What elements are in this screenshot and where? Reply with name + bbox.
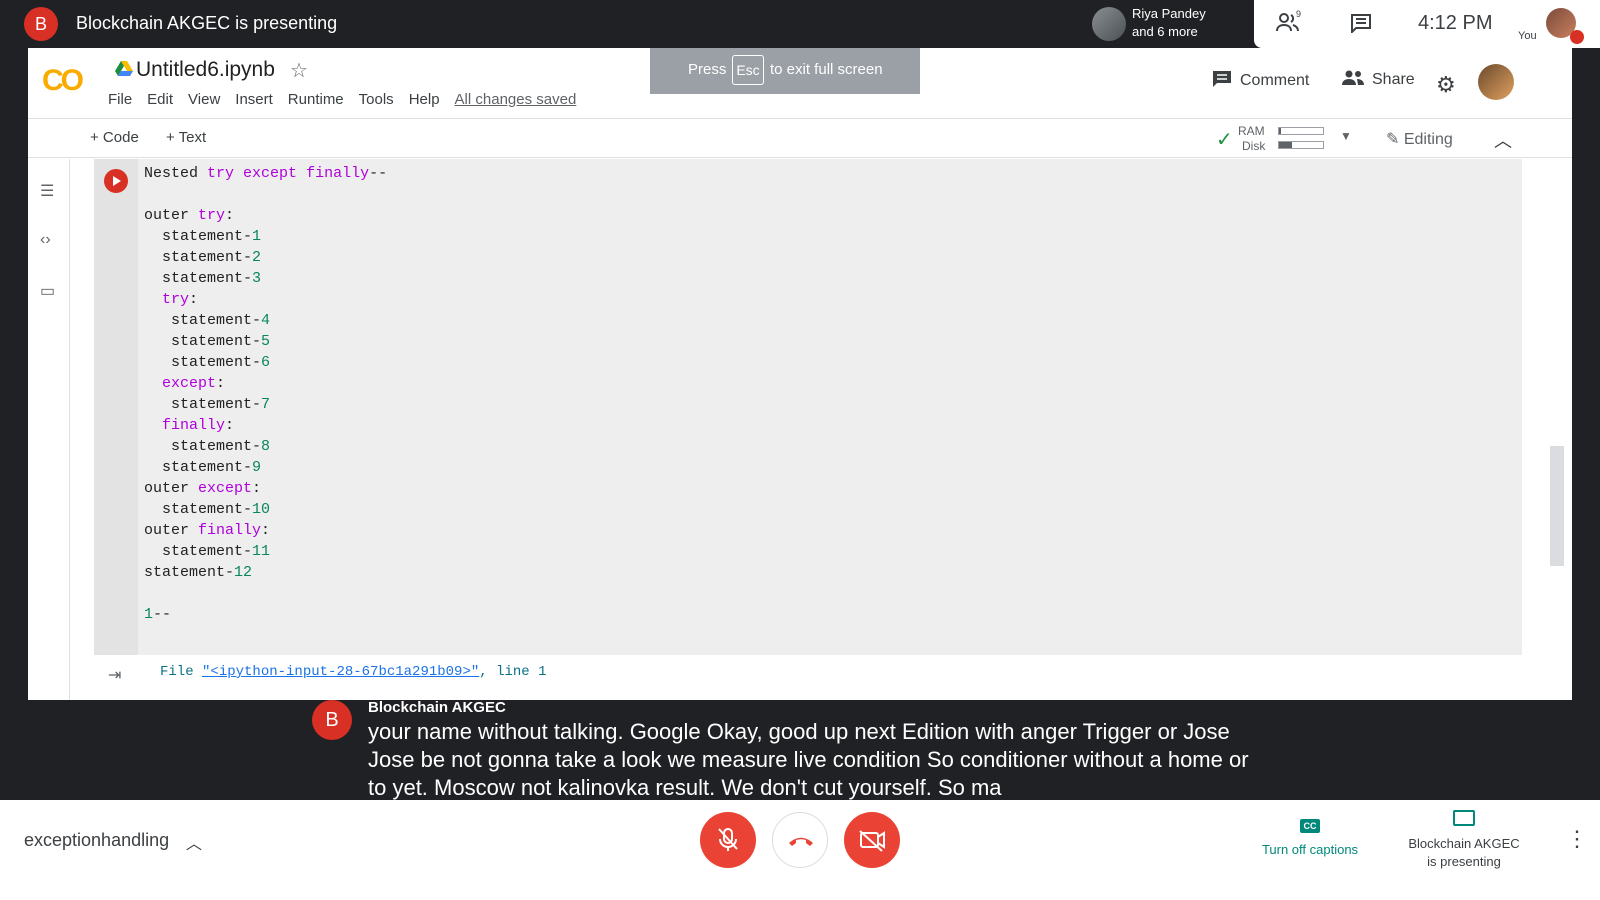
- disk-label: Disk: [1242, 139, 1266, 153]
- people-count: 9: [1296, 9, 1302, 19]
- files-folder-icon[interactable]: ▭: [40, 281, 55, 301]
- share-button[interactable]: Share: [1342, 70, 1415, 89]
- menu-tools[interactable]: Tools: [359, 91, 394, 108]
- cell-gutter: [94, 159, 138, 655]
- menu-insert[interactable]: Insert: [235, 91, 273, 108]
- present-label: Blockchain AKGEC is presenting: [1396, 835, 1532, 871]
- settings-gear-icon[interactable]: ⚙: [1436, 72, 1456, 98]
- share-label: Share: [1372, 71, 1415, 88]
- leave-call-button[interactable]: [772, 812, 828, 868]
- menu-file[interactable]: File: [108, 91, 132, 108]
- resources-dropdown-icon[interactable]: ▼: [1340, 129, 1352, 143]
- menu-help[interactable]: Help: [409, 91, 440, 108]
- add-code-button[interactable]: + Code: [90, 129, 139, 146]
- present-status-button[interactable]: Blockchain AKGEC is presenting: [1396, 810, 1532, 871]
- star-icon[interactable]: ☆: [290, 58, 308, 83]
- notebook-toolbar: + Code + Text ✓ RAM Disk ▼ ✎ Editing ︿: [28, 118, 1572, 158]
- caption-speaker-name: Blockchain AKGEC: [368, 699, 506, 716]
- turn-off-captions-button[interactable]: CC Turn off captions: [1250, 816, 1370, 857]
- toc-list-icon[interactable]: ☰: [40, 181, 54, 201]
- meet-toolbox: 9 4:12 PM You: [1254, 0, 1600, 48]
- ram-usage-bar[interactable]: [1278, 127, 1324, 135]
- participant-name: Riya Pandey: [1132, 6, 1206, 21]
- live-caption: B Blockchain AKGEC your name without tal…: [312, 696, 1272, 800]
- output-traceback: File "<ipython-input-28-67bc1a291b09>", …: [160, 664, 546, 680]
- drive-icon: [115, 61, 133, 76]
- comment-label: Comment: [1240, 72, 1310, 89]
- menu-edit[interactable]: Edit: [147, 91, 173, 108]
- run-cell-icon[interactable]: [104, 169, 128, 193]
- colab-profile-avatar[interactable]: [1478, 64, 1514, 100]
- esc-key: Esc: [732, 55, 764, 85]
- menu-view[interactable]: View: [188, 91, 220, 108]
- add-text-button[interactable]: + Text: [166, 129, 206, 146]
- chat-icon[interactable]: [1350, 13, 1372, 33]
- meet-top-bar: B Blockchain AKGEC is presenting Riya Pa…: [0, 0, 1600, 48]
- comment-icon: [1213, 71, 1231, 87]
- mic-toggle-button[interactable]: [700, 812, 756, 868]
- output-prefix: File: [160, 664, 203, 680]
- output-clear-icon[interactable]: ⇥: [108, 665, 121, 685]
- pencil-icon: ✎: [1386, 131, 1400, 148]
- hint-press: Press: [688, 61, 727, 78]
- output-suffix: , line 1: [479, 664, 547, 680]
- fullscreen-hint: Press Esc to exit full screen: [650, 48, 920, 94]
- disk-usage-bar[interactable]: [1278, 141, 1324, 149]
- clock: 4:12 PM: [1418, 12, 1493, 34]
- code-snippets-icon[interactable]: ‹›: [40, 231, 51, 249]
- left-rail: ☰ ‹› ▭: [28, 159, 70, 700]
- meet-bottom-bar: exceptionhandling ︿ CC Turn off captions…: [0, 800, 1600, 900]
- connected-check-icon: ✓: [1216, 129, 1233, 151]
- code-cell[interactable]: Nested try except finally-- outer try: s…: [94, 159, 1522, 655]
- output-link[interactable]: "<ipython-input-28-67bc1a291b09>": [202, 664, 479, 680]
- ram-label: RAM: [1238, 124, 1265, 138]
- colab-logo: CO: [42, 64, 84, 97]
- you-label: You: [1518, 30, 1537, 42]
- present-label-line1: Blockchain AKGEC: [1408, 836, 1520, 851]
- ram-usage-fill: [1279, 128, 1282, 134]
- presenting-title: Blockchain AKGEC is presenting: [76, 13, 338, 33]
- captions-label: Turn off captions: [1261, 842, 1359, 857]
- camera-toggle-button[interactable]: [844, 812, 900, 868]
- caption-text: your name without talking. Google Okay, …: [368, 719, 1249, 800]
- participant-tile[interactable]: Riya Pandey and 6 more: [1082, 0, 1254, 48]
- hint-rest: to exit full screen: [770, 61, 883, 78]
- saved-status[interactable]: All changes saved: [455, 91, 577, 108]
- code-editor[interactable]: Nested try except finally-- outer try: s…: [144, 163, 387, 625]
- chevron-up-icon[interactable]: ︿: [1494, 127, 1512, 153]
- editing-label: Editing: [1403, 131, 1453, 148]
- mic-off-icon: [718, 828, 738, 851]
- hang-up-icon: [789, 837, 813, 846]
- caption-speaker-avatar: B: [312, 700, 352, 740]
- more-options-icon[interactable]: ⋮: [1566, 826, 1588, 852]
- share-people-icon: [1342, 70, 1364, 85]
- mic-off-badge-icon: [1570, 30, 1584, 44]
- present-label-line2: is presenting: [1427, 854, 1501, 869]
- presenter-avatar: B: [24, 7, 58, 41]
- shared-screen: CO Untitled6.ipynb ☆ File Edit View Inse…: [28, 48, 1572, 700]
- captions-cc-icon: CC: [1300, 819, 1320, 833]
- menu-runtime[interactable]: Runtime: [288, 91, 344, 108]
- participant-more: and 6 more: [1132, 24, 1198, 39]
- editing-mode-button[interactable]: ✎ Editing: [1386, 129, 1453, 149]
- camera-off-icon: [859, 830, 885, 852]
- participant-thumbnail: [1092, 7, 1126, 41]
- meeting-details-name[interactable]: exceptionhandling: [24, 830, 169, 851]
- cell-output: ⇥ File "<ipython-input-28-67bc1a291b09>"…: [94, 655, 1522, 700]
- disk-usage-fill: [1279, 142, 1293, 148]
- present-screen-icon: [1453, 810, 1475, 826]
- comment-button[interactable]: Comment: [1212, 70, 1309, 90]
- chevron-up-icon[interactable]: ︿: [186, 830, 202, 854]
- notebook-title[interactable]: Untitled6.ipynb: [136, 58, 275, 82]
- colab-menu-bar: File Edit View Insert Runtime Tools Help…: [108, 91, 576, 108]
- notebook-scrollbar[interactable]: [1550, 446, 1564, 566]
